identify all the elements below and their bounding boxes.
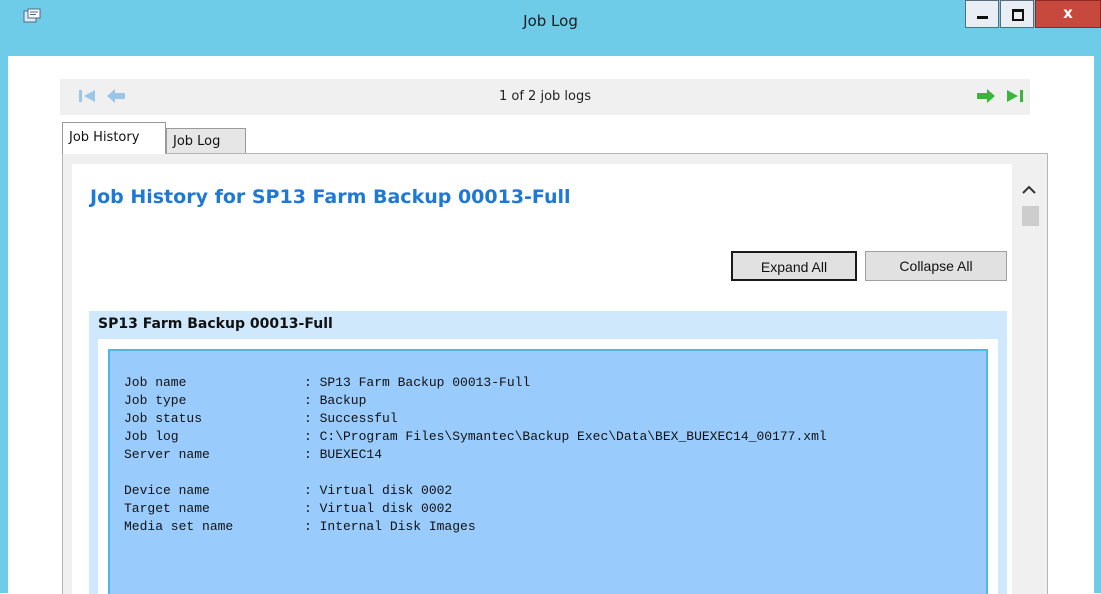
detail-key: Device name [124,483,210,498]
detail-key: Job name [124,375,187,390]
detail-value: : SP13 Farm Backup 00013-Full [304,375,531,390]
tab-job-history[interactable]: Job History [62,122,166,154]
detail-key: Server name [124,447,210,462]
maximize-button[interactable] [1000,0,1034,28]
job-history-panel: Job History for SP13 Farm Backup 00013-F… [62,153,1048,594]
detail-value: : Internal Disk Images [304,519,476,534]
window-title: Job Log [523,12,578,30]
vertical-scrollbar[interactable] [1012,164,1046,594]
job-section-body: Job name : SP13 Farm Backup 00013-Full J… [98,339,998,594]
detail-key: Target name [124,501,210,516]
next-log-icon[interactable] [976,87,996,105]
job-history-title: Job History for SP13 Farm Backup 00013-F… [90,186,571,208]
job-section-header[interactable]: SP13 Farm Backup 00013-Full [98,316,333,332]
collapse-all-button[interactable]: Collapse All [865,251,1007,281]
job-log-window: Job Log x 1 of 2 job logs Job History Jo… [0,0,1101,594]
detail-value: : Virtual disk 0002 [304,483,453,498]
detail-value: : BUEXEC14 [304,447,383,462]
detail-value: : Successful [304,411,398,426]
minimize-button[interactable] [965,0,999,28]
client-area: 1 of 2 job logs Job History Job Log Job … [8,56,1094,594]
detail-value: : C:\Program Files\Symantec\Backup Exec\… [304,429,827,444]
expand-all-button[interactable]: Expand All [731,251,857,281]
log-navigation-bar: 1 of 2 job logs [60,79,1030,115]
job-details-box: Job name : SP13 Farm Backup 00013-Full J… [108,349,988,594]
job-history-content: Job History for SP13 Farm Backup 00013-F… [72,164,1012,594]
detail-key: Media set name [124,519,234,534]
last-log-icon[interactable] [1006,87,1024,105]
scroll-up-icon[interactable] [1012,178,1046,202]
detail-key: Job status [124,411,203,426]
job-section: SP13 Farm Backup 00013-Full Job name : S… [89,311,1007,594]
close-button[interactable]: x [1035,0,1101,28]
detail-value: : Virtual disk 0002 [304,501,453,516]
detail-key: Job type [124,393,187,408]
title-bar[interactable]: Job Log x [0,0,1101,56]
detail-key: Job log [124,429,179,444]
tab-job-log[interactable]: Job Log [166,128,246,154]
scrollbar-thumb[interactable] [1022,206,1039,226]
detail-row-media-set-name: Media set name : Internal Disk Images [124,519,476,579]
detail-value: : Backup [304,393,367,408]
log-position-text: 1 of 2 job logs [498,89,591,104]
close-icon: x [1063,4,1073,22]
